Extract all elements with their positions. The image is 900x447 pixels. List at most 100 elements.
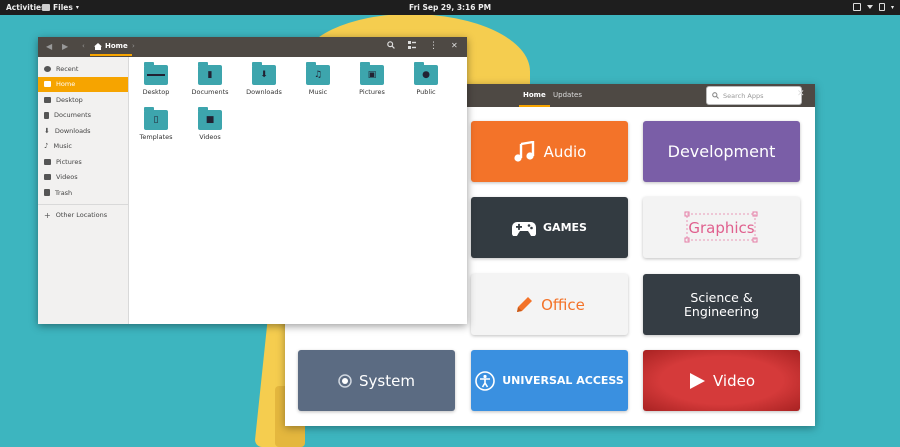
sidebar-item-pictures[interactable]: Pictures <box>38 154 128 170</box>
accessibility-icon <box>475 370 496 391</box>
sidebar-divider <box>38 203 128 205</box>
folder-name: Videos <box>199 133 221 141</box>
category-label: Office <box>541 295 585 314</box>
sidebar-item-other-locations[interactable]: + Other Locations <box>38 208 128 224</box>
category-label: Audio <box>543 142 587 161</box>
view-list-icon[interactable] <box>408 41 416 52</box>
folder-name: Downloads <box>246 88 282 96</box>
folder-name: Music <box>308 88 328 96</box>
category-label: Video <box>712 371 756 390</box>
download-icon: ⬇ <box>44 126 50 135</box>
sidebar-item-label: Desktop <box>56 95 83 104</box>
forward-icon[interactable]: ▶ <box>62 42 68 51</box>
folder-videos[interactable]: ■ Videos <box>183 102 237 141</box>
folder-public[interactable]: ● Public <box>399 57 453 96</box>
category-development[interactable]: Development <box>643 121 800 182</box>
category-label: Development <box>667 142 776 161</box>
tab-home[interactable]: Home <box>519 91 550 107</box>
breadcrumb-label: Home <box>105 42 128 50</box>
folder-desktop[interactable]: Desktop <box>129 57 183 96</box>
sidebar-item-downloads[interactable]: ⬇ Downloads <box>38 123 128 139</box>
folder-icon: ● <box>414 62 438 85</box>
folder-icon: ▯ <box>144 107 168 130</box>
video-icon: ■ <box>205 115 215 125</box>
category-video[interactable]: Video <box>643 350 800 411</box>
sidebar-item-trash[interactable]: Trash <box>38 185 128 201</box>
folder-name: Templates <box>139 133 173 141</box>
breadcrumb-home[interactable]: Home <box>90 42 132 56</box>
files-sidebar: Recent Home Desktop Documents ⬇ Downloads… <box>38 57 129 324</box>
document-icon <box>44 111 49 119</box>
music-note-icon <box>514 140 534 162</box>
sidebar-item-desktop[interactable]: Desktop <box>38 92 128 108</box>
gamepad-icon <box>512 221 537 236</box>
system-tray[interactable]: ▾ <box>852 3 894 11</box>
search-icon <box>712 92 719 99</box>
sidebar-item-documents[interactable]: Documents <box>38 108 128 124</box>
search-field[interactable]: Search Apps <box>706 86 802 105</box>
video-icon <box>44 174 51 181</box>
sidebar-item-videos[interactable]: Videos <box>38 170 128 186</box>
chevron-left-icon[interactable]: ‹ <box>82 42 85 50</box>
sidebar-item-music[interactable]: ♪ Music <box>38 139 128 155</box>
picture-icon: ▣ <box>367 70 377 80</box>
sidebar-item-label: Trash <box>55 188 73 197</box>
close-icon[interactable]: ✕ <box>797 89 805 99</box>
back-icon[interactable]: ◀ <box>46 42 52 51</box>
clock-icon <box>44 65 51 72</box>
folder-downloads[interactable]: ⬇ Downloads <box>237 57 291 96</box>
tab-updates[interactable]: Updates <box>553 91 582 99</box>
user-icon: ● <box>422 70 430 80</box>
document-icon: ▮ <box>207 70 213 80</box>
close-icon[interactable]: ✕ <box>451 41 458 50</box>
display-icon <box>852 3 861 11</box>
sidebar-item-label: Videos <box>56 173 78 182</box>
category-label: Graphics <box>688 218 755 237</box>
folder-documents[interactable]: ▮ Documents <box>183 57 237 96</box>
search-placeholder: Search Apps <box>723 91 764 100</box>
battery-icon <box>878 3 885 11</box>
folder-templates[interactable]: ▯ Templates <box>129 102 183 141</box>
sidebar-item-label: Downloads <box>54 126 91 135</box>
menu-icon[interactable]: ⋮ <box>429 41 438 51</box>
sidebar-item-label: Recent <box>56 64 79 73</box>
category-label: System <box>359 371 415 390</box>
folder-icon: ⬇ <box>252 62 276 85</box>
folder-icon: ▣ <box>360 62 384 85</box>
folder-icon: ♫ <box>306 62 330 85</box>
template-icon: ▯ <box>153 115 159 125</box>
trash-icon <box>44 189 50 197</box>
sidebar-item-home[interactable]: Home <box>38 76 128 92</box>
chevron-right-icon[interactable]: › <box>132 42 135 50</box>
category-label: GAMES <box>543 221 587 234</box>
category-label: Science & Engineering <box>684 289 759 319</box>
network-icon <box>866 5 873 9</box>
chevron-down-icon: ▾ <box>890 3 894 11</box>
category-audio[interactable]: Audio <box>471 121 628 182</box>
category-office[interactable]: Office <box>471 274 628 335</box>
home-icon <box>44 81 51 88</box>
folder-icon: ▮ <box>198 62 222 85</box>
system-icon <box>338 373 352 388</box>
folder-name: Pictures <box>359 88 385 96</box>
category-games[interactable]: GAMES <box>471 197 628 258</box>
category-science-engineering[interactable]: Science & Engineering <box>643 274 800 335</box>
files-window: ◀ ▶ ‹ Home › ⋮ ✕ Recent Home Desktop Doc… <box>38 37 467 324</box>
sidebar-item-label: Other Locations <box>55 211 108 220</box>
category-universal-access[interactable]: UNIVERSAL ACCESS <box>471 350 628 411</box>
sidebar-item-label: Home <box>56 80 76 89</box>
music-icon: ♪ <box>44 142 49 151</box>
folder-name: Public <box>416 88 436 96</box>
folder-music[interactable]: ♫ Music <box>291 57 345 96</box>
folder-icon <box>144 62 168 85</box>
sidebar-item-recent[interactable]: Recent <box>38 61 128 77</box>
play-icon <box>689 372 705 389</box>
search-icon[interactable] <box>387 41 395 52</box>
category-graphics[interactable]: Graphics <box>643 197 800 258</box>
home-icon <box>94 42 102 50</box>
clock[interactable]: Fri Sep 29, 3:16 PM <box>0 3 900 12</box>
folder-name: Desktop <box>142 88 170 96</box>
folder-pictures[interactable]: ▣ Pictures <box>345 57 399 96</box>
sidebar-item-label: Documents <box>54 111 92 120</box>
category-system[interactable]: System <box>298 350 455 411</box>
